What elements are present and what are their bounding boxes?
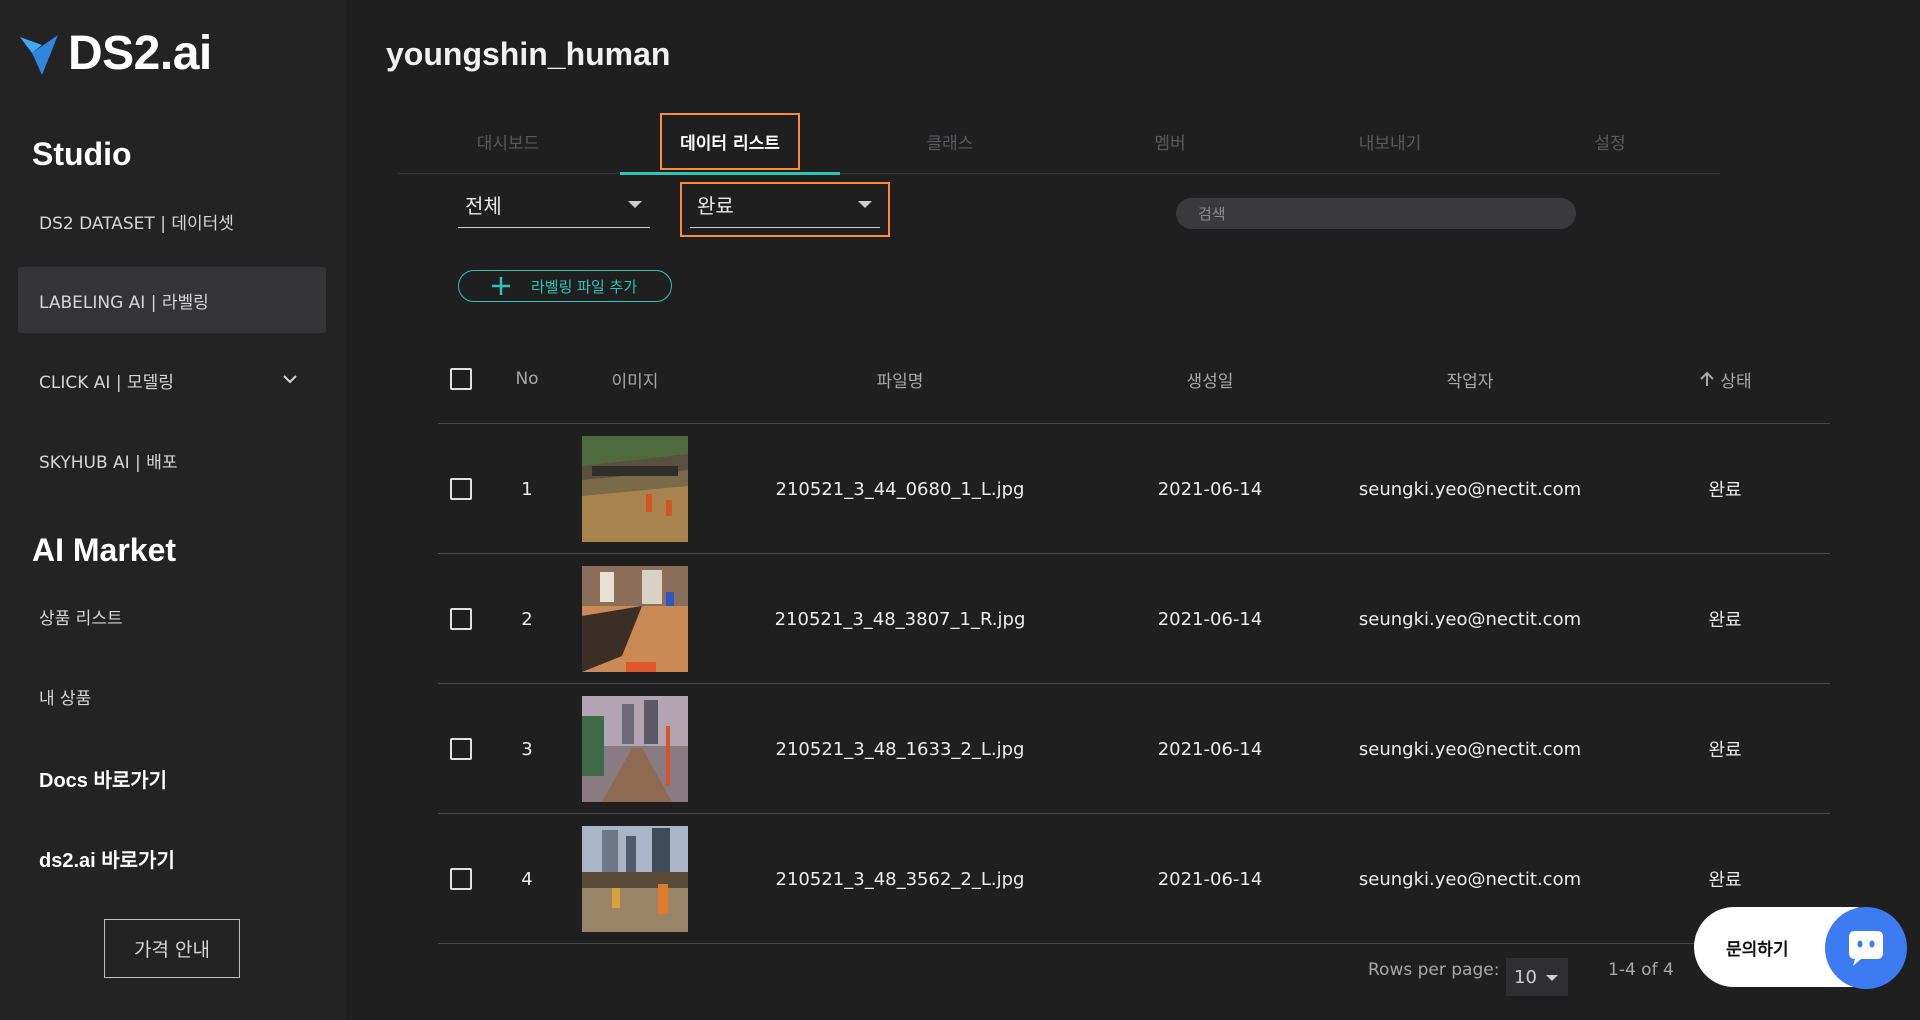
sidebar-item-dataset[interactable]: DS2 DATASET | 데이터셋 [18,188,326,254]
row-worker: seungki.yeo@nectit.com [1358,478,1582,500]
tab-label: 클래스 [926,133,974,154]
pagination-range: 1-4 of 4 [1608,960,1674,980]
table-row[interactable]: 4 210521_3_48_3562_2_L.jpg 2021-06-14 se… [438,814,1830,944]
sidebar-item-label: LABELING AI | 라벨링 [39,292,209,313]
select-all-checkbox[interactable] [450,368,472,390]
header-status-sort[interactable]: 상태 [1620,334,1830,424]
chat-bubble-icon[interactable] [1825,907,1907,989]
sidebar-item-product-list[interactable]: 상품 리스트 [18,583,326,649]
status-filter-select[interactable]: 완료 [690,182,880,228]
construction-site-thumbnail[interactable] [582,696,688,802]
chevron-down-icon[interactable] [280,369,300,389]
header-filename: 파일명 [876,371,924,392]
row-status: 완료 [1708,480,1742,501]
header-image: 이미지 [611,371,659,392]
chat-label: 문의하기 [1726,940,1789,960]
tab-dashboard[interactable]: 대시보드 [398,108,618,174]
sidebar-item-clickai[interactable]: CLICK AI | 모델링 [18,347,326,413]
row-created: 2021-06-14 [1157,868,1263,890]
tab-label: 대시보드 [476,133,540,154]
sidebar-item-my-products[interactable]: 내 상품 [18,663,326,729]
table-row[interactable]: 2 210521_3_48_3807_1_R.jpg 2021-06-14 se… [438,554,1830,684]
row-created: 2021-06-14 [1157,738,1263,760]
caret-down-icon [628,201,642,208]
tab-bar: 대시보드 데이터 리스트 클래스 멤버 내보내기 설정 [398,108,1720,175]
construction-site-thumbnail[interactable] [582,436,688,542]
sidebar-item-labeling[interactable]: LABELING AI | 라벨링 [18,267,326,333]
tab-data-list[interactable]: 데이터 리스트 [620,108,840,174]
tab-export[interactable]: 내보내기 [1280,108,1500,174]
row-checkbox[interactable] [450,868,472,890]
row-worker: seungki.yeo@nectit.com [1358,608,1582,630]
header-no: No [515,369,539,389]
construction-site-thumbnail[interactable] [582,826,688,932]
ds2-logo-icon [20,34,58,75]
row-no: 2 [521,608,533,630]
row-filename: 210521_3_48_1633_2_L.jpg [775,738,1025,760]
row-no: 3 [521,738,533,760]
table-header: No 이미지 파일명 생성일 작업자 상태 [438,334,1830,424]
type-filter-value: 전체 [465,194,502,218]
row-worker: seungki.yeo@nectit.com [1358,738,1582,760]
ds2-site-link[interactable]: ds2.ai 바로가기 [39,844,175,873]
construction-site-thumbnail[interactable] [582,566,688,672]
tab-settings[interactable]: 설정 [1500,108,1720,174]
row-filename: 210521_3_48_3807_1_R.jpg [774,608,1026,630]
rows-per-page-label: Rows per page: [1368,960,1500,980]
main-content: youngshin_human 대시보드 데이터 리스트 클래스 멤버 내보내기… [346,0,1920,1020]
arrow-up-icon [1700,371,1715,386]
sidebar: DS2.ai Studio DS2 DATASET | 데이터셋 LABELIN… [0,0,346,1020]
tab-classes[interactable]: 클래스 [840,108,1060,174]
active-tab-indicator [620,172,840,175]
pricing-button[interactable]: 가격 안내 [104,919,240,978]
row-created: 2021-06-14 [1157,608,1263,630]
logo[interactable]: DS2.ai [18,26,212,81]
row-created: 2021-06-14 [1157,478,1263,500]
sidebar-item-label: CLICK AI | 모델링 [39,372,174,393]
market-title: AI Market [32,532,177,568]
row-filename: 210521_3_48_3562_2_L.jpg [775,868,1025,890]
sidebar-item-skyhub[interactable]: SKYHUB AI | 배포 [18,427,326,493]
table-row[interactable]: 3 210521_3_48_1633_2_L.jpg 2021-06-14 se… [438,684,1830,814]
tab-label: 데이터 리스트 [660,112,800,170]
studio-title: Studio [32,136,132,172]
header-worker: 작업자 [1446,371,1494,392]
row-worker: seungki.yeo@nectit.com [1358,868,1582,890]
docs-link[interactable]: Docs 바로가기 [39,764,167,793]
row-checkbox[interactable] [450,608,472,630]
caret-down-icon [858,201,872,208]
rows-per-page-select[interactable]: 10 [1506,958,1568,996]
type-filter-select[interactable]: 전체 [458,182,650,228]
chat-icon [1849,931,1883,966]
sidebar-item-label: SKYHUB AI | 배포 [39,452,178,473]
row-status: 완료 [1708,740,1742,761]
rows-per-page-value: 10 [1514,966,1537,988]
tab-label: 내보내기 [1358,133,1422,154]
row-no: 4 [521,868,533,890]
search-input[interactable] [1176,198,1576,229]
table-row[interactable]: 1 210521_3_44_0680_1_L.jpg 2021-06-14 se… [438,424,1830,554]
status-filter-value: 완료 [697,194,734,218]
sidebar-item-label: 내 상품 [39,688,92,709]
logo-text: DS2.ai [68,27,212,80]
row-checkbox[interactable] [450,738,472,760]
header-created: 생성일 [1186,371,1234,392]
caret-down-icon [1546,975,1558,981]
row-checkbox[interactable] [450,478,472,500]
tab-members[interactable]: 멤버 [1060,108,1280,174]
plus-icon [492,277,510,295]
tab-label: 설정 [1594,133,1626,154]
row-status: 완료 [1708,610,1742,631]
add-labeling-file-button[interactable]: 라벨링 파일 추가 [458,270,672,302]
sidebar-item-label: DS2 DATASET | 데이터셋 [39,213,234,234]
row-no: 1 [521,478,533,500]
tab-label: 멤버 [1154,133,1186,154]
row-filename: 210521_3_44_0680_1_L.jpg [775,478,1025,500]
add-button-label: 라벨링 파일 추가 [531,277,638,296]
sidebar-item-label: 상품 리스트 [39,608,123,629]
page-title: youngshin_human [386,36,671,72]
header-status: 상태 [1720,371,1752,392]
